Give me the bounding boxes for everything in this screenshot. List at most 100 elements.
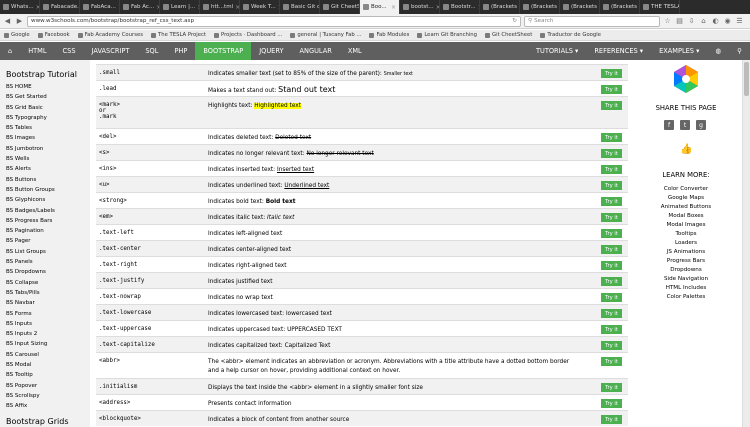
learn-more-link[interactable]: JS Animations [640,248,732,257]
learn-more-link[interactable]: HTML Includes [640,284,732,293]
sidebar-item[interactable]: BS Collapse [0,278,90,288]
sidebar-item[interactable]: BS Alerts [0,164,90,174]
bookmark-item[interactable]: Learn Git Branching [417,32,477,38]
sidebar-item[interactable]: BS Navbar [0,298,90,308]
twitter-icon[interactable]: t [680,120,690,130]
sidebar-item[interactable]: BS Dropdowns [0,267,90,277]
learn-more-link[interactable]: Google Maps [640,194,732,203]
browser-tab[interactable]: THE TESLA ...× [640,0,680,14]
try-it-button[interactable]: Try it [601,293,622,302]
page-scrollbar[interactable] [742,60,750,427]
sidebar-item[interactable]: BS Glyphicons [0,195,90,205]
learn-more-link[interactable]: Color Palettes [640,293,732,302]
sidebar-item[interactable]: BS Tooltip [0,370,90,380]
bookmark-item[interactable]: Facebook [37,32,70,38]
learn-more-link[interactable]: Loaders [640,239,732,248]
sidebar-item[interactable]: BS Images [0,133,90,143]
sidebar-item[interactable]: BS Tabs/Pills [0,288,90,298]
star-icon[interactable]: ☆ [663,17,672,25]
nav-dropdown[interactable]: EXAMPLES ▾ [651,42,707,60]
menu-icon[interactable]: ☰ [735,17,744,25]
url-bar[interactable]: www.w3schools.com/bootstrap/bootstrap_re… [27,15,521,27]
try-it-button[interactable]: Try it [601,101,622,110]
sidebar-item[interactable]: BS Inputs 2 [0,329,90,339]
colorpicker-hex-icon[interactable] [671,64,701,94]
sidebar-item[interactable]: BS Pager [0,236,90,246]
browser-tab[interactable]: Boo... × [360,0,400,14]
learn-more-link[interactable]: Side Navigation [640,275,732,284]
learn-more-link[interactable]: Modal Boxes [640,212,732,221]
bookmark-item[interactable]: Fab Academy Courses [77,32,143,38]
nav-item-php[interactable]: PHP [166,42,195,60]
sidebar-item[interactable]: BS Panels [0,257,90,267]
learn-more-link[interactable]: Modal Images [640,221,732,230]
reload-icon[interactable]: ↻ [512,18,517,24]
try-it-button[interactable]: Try it [601,261,622,270]
browser-tab[interactable]: Whats...× [0,0,40,14]
browser-tab[interactable]: (Brackets ...× [480,0,520,14]
nav-dropdown[interactable]: TUTORIALS ▾ [528,42,586,60]
try-it-button[interactable]: Try it [601,69,622,78]
sidebar-item[interactable]: BS Carousel [0,350,90,360]
globe-icon[interactable]: ◍ [707,42,729,60]
try-it-button[interactable]: Try it [601,309,622,318]
sidebar-item[interactable]: BS Button Groups [0,185,90,195]
nav-item-angular[interactable]: ANGULAR [292,42,340,60]
sidebar-item[interactable]: BS Scrollspy [0,391,90,401]
try-it-button[interactable]: Try it [601,399,622,408]
learn-more-link[interactable]: Tooltips [640,230,732,239]
bookmark-item[interactable]: Projects · Dashboard ... [213,32,282,38]
sidebar-item[interactable]: BS Buttons [0,175,90,185]
sidebar-item[interactable]: BS Popover [0,381,90,391]
nav-item-sql[interactable]: SQL [137,42,166,60]
nav-dropdown[interactable]: REFERENCES ▾ [586,42,651,60]
try-it-button[interactable]: Try it [601,415,622,424]
facebook-icon[interactable]: f [664,120,674,130]
sidebar-item[interactable]: BS Typography [0,113,90,123]
try-it-button[interactable]: Try it [601,325,622,334]
try-it-button[interactable]: Try it [601,383,622,392]
forward-icon[interactable]: ▶ [15,17,24,25]
browser-tab[interactable]: (Brackets ...× [520,0,560,14]
sidebar-item[interactable]: BS Grid Basic [0,103,90,113]
bookmark-item[interactable]: Traductor de Google [540,32,601,38]
bookmark-item[interactable]: general | Tuscany Fab ... [290,32,361,38]
scrollbar-thumb[interactable] [744,62,749,96]
try-it-button[interactable]: Try it [601,229,622,238]
search-input[interactable]: ⚲ Search [524,15,660,27]
extension-icon[interactable]: ◉ [723,17,732,25]
try-it-button[interactable]: Try it [601,277,622,286]
try-it-button[interactable]: Try it [601,133,622,142]
bookmark-item[interactable]: Google [4,32,30,38]
browser-tab[interactable]: Basic Git c...× [280,0,320,14]
sidebar-item[interactable]: BS Affix [0,401,90,411]
try-it-button[interactable]: Try it [601,197,622,206]
learn-more-link[interactable]: Color Converter [640,185,732,194]
site-search-icon[interactable]: ⚲ [729,42,750,60]
sidebar-item[interactable]: BS Pagination [0,226,90,236]
try-it-button[interactable]: Try it [601,165,622,174]
sidebar-item[interactable]: BS Jumbotron [0,144,90,154]
browser-tab[interactable]: Week T...× [240,0,280,14]
googleplus-icon[interactable]: g [696,120,706,130]
like-thumb-icon[interactable]: 👍 [680,144,692,155]
sidebar-item[interactable]: BS Inputs [0,319,90,329]
sidebar-item[interactable]: BS HOME [0,82,90,92]
try-it-button[interactable]: Try it [601,357,622,366]
learn-more-link[interactable]: Dropdowns [640,266,732,275]
back-icon[interactable]: ◀ [3,17,12,25]
learn-more-link[interactable]: Progress Bars [640,257,732,266]
browser-tab[interactable]: (Brackets ...× [600,0,640,14]
browser-tab[interactable]: bootst...× [400,0,440,14]
reader-icon[interactable]: ▤ [675,17,684,25]
download-icon[interactable]: ⇩ [687,17,696,25]
browser-tab[interactable]: Bootstr...× [440,0,480,14]
browser-tab[interactable]: (Brackets ...× [560,0,600,14]
browser-tab[interactable]: FabAca...× [80,0,120,14]
nav-item-javascript[interactable]: JAVASCRIPT [84,42,138,60]
bookmark-item[interactable]: Fab Modules [369,32,409,38]
sidebar-item[interactable]: BS Progress Bars [0,216,90,226]
try-it-button[interactable]: Try it [601,181,622,190]
close-tab-icon[interactable]: × [391,4,396,11]
learn-more-link[interactable]: Animated Buttons [640,203,732,212]
